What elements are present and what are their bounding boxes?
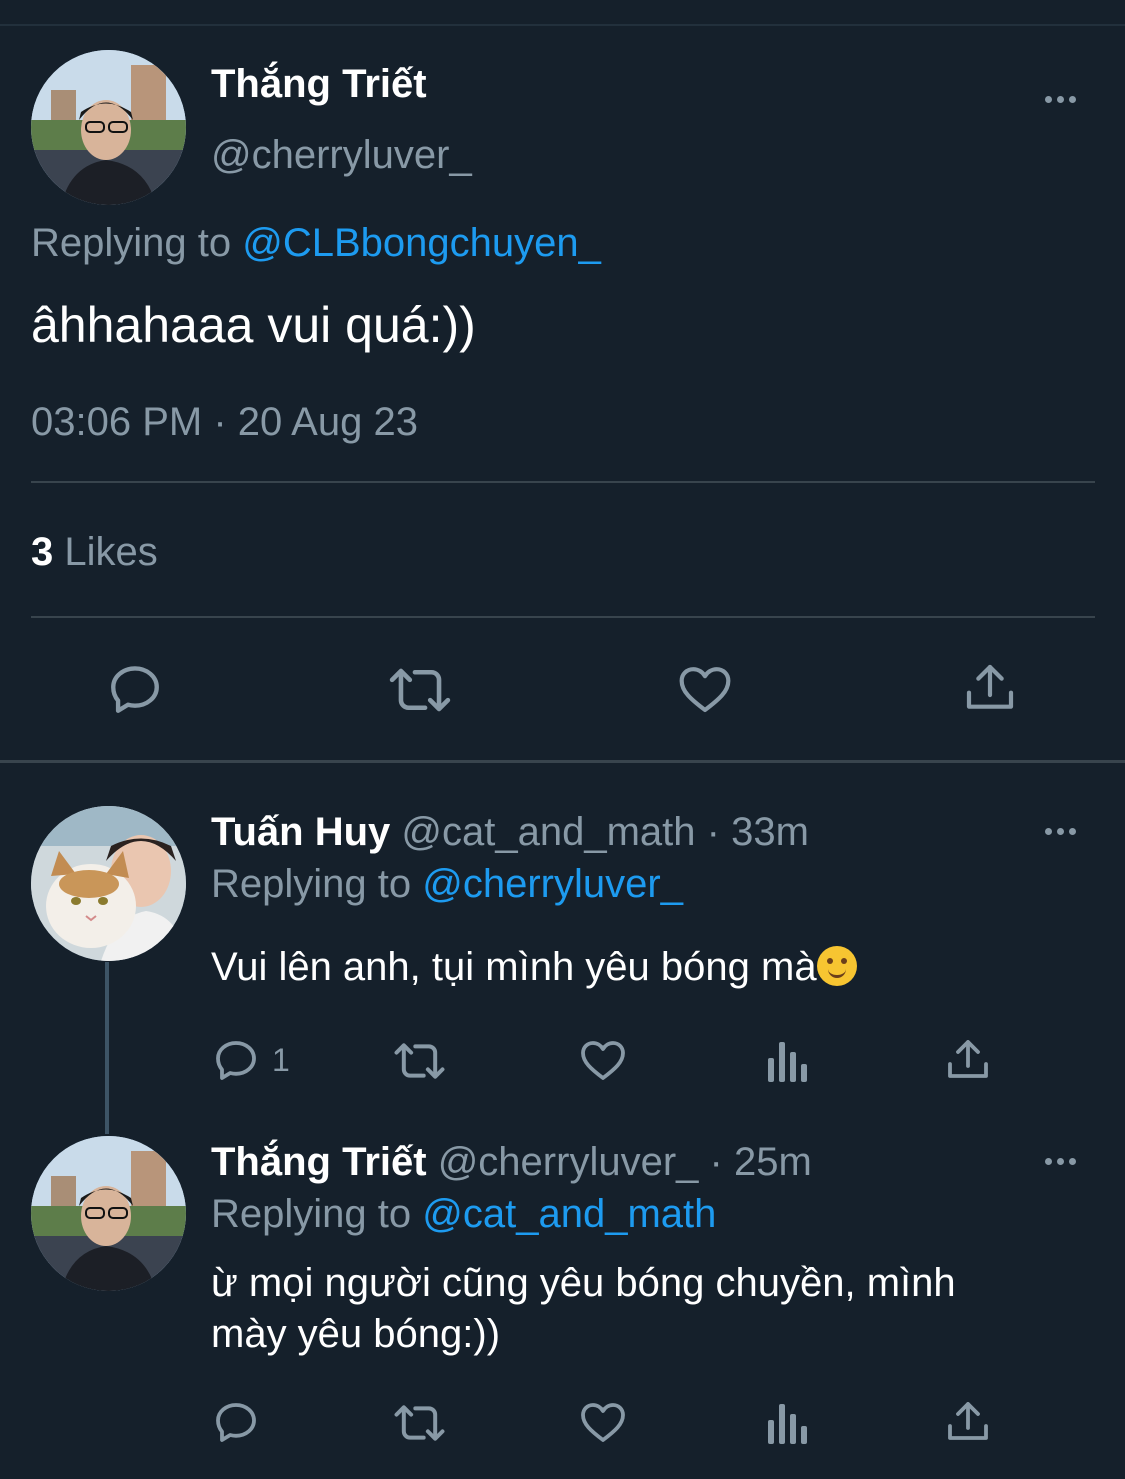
heart-icon[interactable]: [579, 1399, 627, 1445]
more-icon[interactable]: [1045, 96, 1076, 103]
top-border: [0, 24, 1125, 26]
analytics-icon[interactable]: [764, 1038, 808, 1084]
replying-prefix: Replying to: [31, 221, 232, 265]
tweet-text: âhhahaaa vui quá:)): [31, 297, 476, 353]
thread-line: [105, 962, 109, 1134]
divider: [31, 616, 1095, 618]
heart-icon[interactable]: [677, 662, 733, 716]
replying-prefix: Replying to: [211, 862, 412, 906]
analytics-icon[interactable]: [764, 1400, 808, 1446]
reply-count: 1: [272, 1042, 290, 1078]
reply-icon[interactable]: [212, 1036, 260, 1084]
display-name[interactable]: Tuấn Huy: [211, 810, 390, 854]
heart-icon[interactable]: [579, 1037, 627, 1083]
share-icon[interactable]: [962, 660, 1018, 716]
replying-to-link[interactable]: @cat_and_math: [422, 1192, 716, 1236]
section-divider: [0, 760, 1125, 763]
retweet-icon[interactable]: [392, 1038, 447, 1084]
likes-label: Likes: [64, 530, 158, 574]
reply-header: Tuấn Huy @cat_and_math · 33m: [211, 810, 809, 855]
reply-time[interactable]: · 33m: [707, 810, 809, 854]
reply-text-body: Vui lên anh, tụi mình yêu bóng mà: [211, 945, 817, 989]
replying-line: Replying to @cherryluver_: [211, 862, 683, 907]
handle[interactable]: @cherryluver_: [438, 1140, 699, 1184]
reply-header: Thắng Triết @cherryluver_ · 25m: [211, 1140, 812, 1185]
reply-icon[interactable]: [212, 1398, 260, 1446]
retweet-icon[interactable]: [392, 1400, 447, 1446]
replying-line: Replying to @cat_and_math: [211, 1192, 716, 1237]
reply-text-line-2: mày yêu bóng:)): [211, 1312, 501, 1356]
avatar[interactable]: [31, 1136, 186, 1291]
avatar[interactable]: [31, 806, 186, 961]
display-name[interactable]: Thắng Triết: [211, 1140, 427, 1184]
replying-prefix: Replying to: [211, 1192, 412, 1236]
replying-to-link[interactable]: @CLBbongchuyen_: [242, 221, 601, 265]
likes-count: 3: [31, 530, 54, 574]
reply-text-line-1: ừ mọi người cũng yêu bóng chuyền, mình: [211, 1261, 956, 1305]
more-icon[interactable]: [1045, 828, 1076, 835]
share-icon[interactable]: [944, 1036, 992, 1084]
handle[interactable]: @cat_and_math: [401, 810, 695, 854]
display-name[interactable]: Thắng Triết: [211, 62, 427, 107]
replying-to-link[interactable]: @cherryluver_: [422, 862, 683, 906]
share-icon[interactable]: [944, 1398, 992, 1446]
smiling-face-emoji: [816, 946, 857, 986]
likes-stat[interactable]: 3 Likes: [31, 530, 158, 575]
handle[interactable]: @cherryluver_: [211, 133, 472, 178]
avatar[interactable]: [31, 50, 186, 205]
divider: [31, 481, 1095, 483]
replying-line: Replying to @CLBbongchuyen_: [31, 221, 601, 266]
tweet-timestamp[interactable]: 03:06 PM · 20 Aug 23: [31, 400, 418, 445]
retweet-icon[interactable]: [387, 662, 453, 718]
more-icon[interactable]: [1045, 1158, 1076, 1165]
reply-text: Vui lên anh, tụi mình yêu bóng mà: [211, 945, 857, 990]
reply-icon[interactable]: [106, 660, 164, 718]
reply-time[interactable]: · 25m: [710, 1140, 812, 1184]
